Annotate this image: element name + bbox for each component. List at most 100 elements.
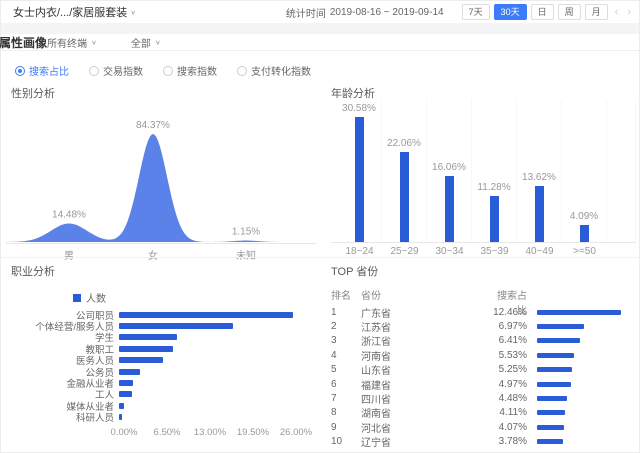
gender-value-label: 84.37% [136, 120, 170, 131]
range-button-week[interactable]: 周 [557, 4, 581, 20]
date-controls: 统计时间 2019-08-16 ~ 2019-09-14 7天 30天 日 周 … [286, 4, 633, 20]
province-share-value: 6.41% [498, 335, 527, 347]
age-category-label: >=50 [573, 246, 596, 257]
age-category-label: 18~24 [345, 246, 374, 257]
province-rank: 7 [331, 393, 337, 405]
age-bar [354, 117, 364, 242]
province-bar [537, 439, 563, 445]
range-button-day[interactable]: 日 [530, 4, 554, 20]
range-button-30d[interactable]: 30天 [493, 4, 527, 20]
occupation-bar [119, 345, 173, 352]
radio-icon [89, 65, 99, 76]
province-name: 河南省 [361, 351, 391, 363]
province-bar [537, 338, 581, 344]
occupation-bar [119, 323, 233, 330]
age-column: 30.58% [337, 99, 382, 242]
province-table-row: 4 河南省 5.53% [331, 348, 636, 363]
prev-period-icon[interactable]: ‹ [613, 6, 621, 18]
age-value-label: 11.28% [477, 181, 511, 193]
occupation-legend[interactable]: 人数 [73, 290, 106, 305]
occupation-bar [119, 334, 177, 341]
occupation-x-tick: 19.50% [236, 427, 270, 438]
occupation-x-tick: 13.00% [193, 427, 227, 438]
gender-value-label: 1.15% [232, 227, 260, 238]
age-column: 4.09% [562, 99, 607, 242]
province-rank: 1 [331, 306, 337, 318]
province-rank: 2 [331, 321, 337, 333]
province-share-value: 12.46% [493, 306, 527, 318]
radio-pay-conversion-index[interactable]: 支付转化指数 [237, 63, 311, 78]
age-category-label: 30~34 [435, 246, 464, 257]
province-name: 湖南省 [361, 409, 391, 421]
gender-density-svg: 14.48% 84.37% 1.15% [6, 120, 316, 242]
stat-time-label: 统计时间 [285, 8, 326, 20]
radio-search-share[interactable]: 搜索占比 [15, 63, 69, 78]
province-share-value: 5.53% [498, 349, 527, 361]
age-value-label: 16.06% [432, 162, 466, 174]
province-rank: 5 [331, 364, 337, 376]
province-bar [537, 352, 575, 358]
province-share-value: 3.78% [498, 436, 527, 448]
top-bar: 女士内衣/.../家居服套装 ∨ 统计时间 2019-08-16 ~ 2019-… [1, 1, 639, 23]
occupation-bars: 公司职员 个体经营/服务人员 学生 教职工 医务人员 公务员 金融从业者 工人 媒体从业者 科研人… [11, 309, 316, 424]
province-table-row: 9 河北省 4.07% [331, 420, 636, 435]
range-button-7d[interactable]: 7天 [461, 4, 490, 20]
province-bar-area [527, 352, 636, 358]
province-name: 广东省 [361, 308, 391, 320]
province-bar-area [527, 338, 636, 344]
radio-label: 搜索占比 [29, 67, 69, 78]
occupation-bar [119, 368, 140, 375]
radio-selected-icon [15, 65, 25, 76]
metric-radio-group: 搜索占比 交易指数 搜索指数 支付转化指数 [15, 63, 331, 78]
age-category-label: 25~29 [390, 246, 419, 257]
background-band [1, 23, 639, 34]
next-period-icon[interactable]: › [625, 6, 633, 18]
age-column: 11.28% [472, 99, 517, 242]
radio-search-index[interactable]: 搜索指数 [163, 63, 217, 78]
occupation-bar [119, 391, 133, 398]
radio-label: 交易指数 [103, 67, 143, 78]
province-name: 江苏省 [361, 323, 391, 335]
age-bars: 30.58% 22.06% 16.06% 11.28% 13.62% 4.09% [331, 99, 636, 243]
age-bar-chart: 30.58% 22.06% 16.06% 11.28% 13.62% 4.09% 18~2… [331, 99, 636, 257]
category-breadcrumb[interactable]: 女士内衣/.../家居服套装 ∨ [13, 4, 136, 20]
province-bar-area [527, 410, 636, 416]
radio-icon [163, 65, 173, 76]
radio-icon [237, 65, 247, 76]
terminal-filter-dropdown[interactable]: 所有终端 ∨ [47, 35, 97, 49]
radio-trade-index[interactable]: 交易指数 [89, 63, 143, 78]
province-rank: 4 [331, 349, 337, 361]
province-rank: 9 [331, 421, 337, 433]
radio-label: 支付转化指数 [251, 67, 311, 78]
province-bar-area [527, 439, 636, 445]
occupation-bar [119, 380, 133, 387]
gender-category-label: 男 [64, 247, 74, 262]
gender-density-chart: 14.48% 84.37% 1.15% [6, 100, 316, 244]
occupation-bar [119, 357, 164, 364]
range-button-month[interactable]: 月 [584, 4, 608, 20]
province-bar-area [527, 381, 636, 387]
province-bar-area [527, 367, 636, 373]
province-rank: 3 [331, 335, 337, 347]
age-value-label: 13.62% [522, 172, 556, 184]
province-name: 山东省 [361, 366, 391, 378]
province-share-value: 4.07% [498, 421, 527, 433]
legend-label: 人数 [86, 294, 106, 305]
stat-time-range: 2019-08-16 ~ 2019-09-14 [329, 6, 444, 18]
scope-filter-dropdown[interactable]: 全部 ∨ [131, 35, 161, 49]
top-provinces-panel: TOP 省份 排名 省份 搜索占比 1 广东省 12.46% 2 江苏省 6.97% 3 浙江… [331, 263, 636, 453]
chevron-down-icon: ∨ [130, 8, 137, 16]
province-name: 四川省 [361, 395, 391, 407]
occupation-bar [119, 402, 125, 409]
province-table-row: 8 湖南省 4.11% [331, 406, 636, 420]
occupation-x-axis: 0.00% 6.50% 13.00% 19.50% 26.00% [11, 427, 316, 439]
province-rank: 10 [331, 436, 343, 448]
age-value-label: 22.06% [387, 137, 421, 149]
province-bar [537, 424, 565, 430]
gender-category-label: 女 [148, 247, 158, 262]
province-bar-area [527, 424, 636, 430]
occupation-x-tick: 26.00% [279, 427, 313, 438]
age-column: 22.06% [382, 99, 427, 242]
province-share-value: 5.25% [498, 364, 527, 376]
province-share-value: 4.48% [498, 393, 527, 405]
